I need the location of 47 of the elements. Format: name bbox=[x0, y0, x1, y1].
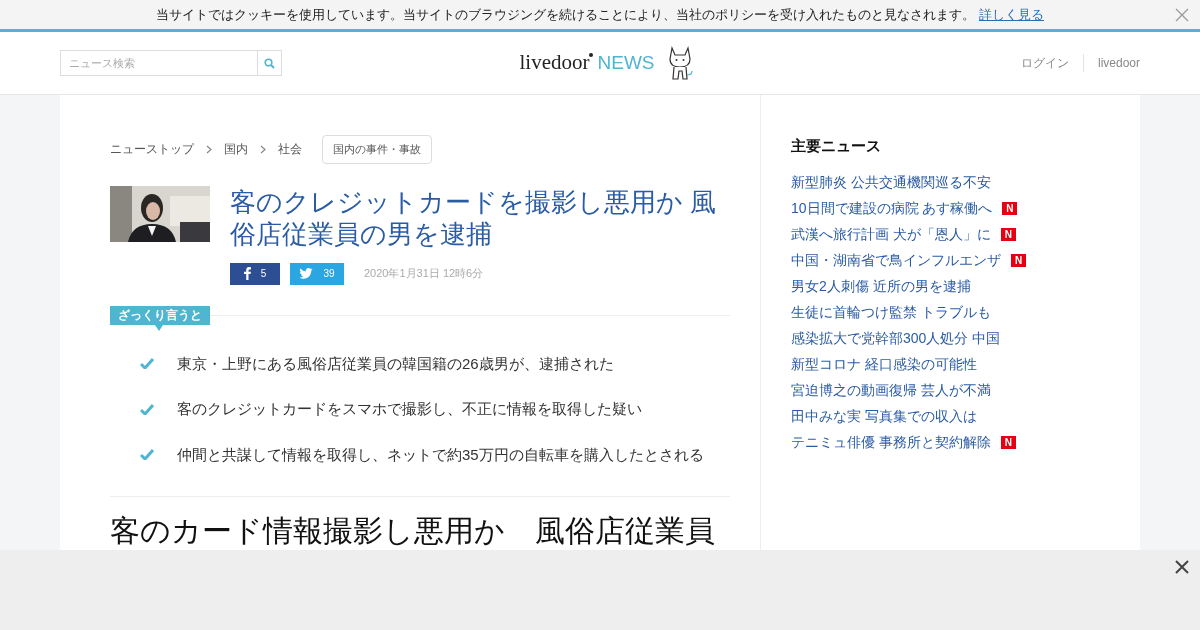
header-link[interactable]: ログイン bbox=[1020, 54, 1069, 72]
news-link[interactable]: 新型肺炎 公共交通機関巡る不安 bbox=[791, 172, 991, 193]
cookie-message: 当サイトではクッキーを使用しています。当サイトのブラウジングを続けることにより、当社のポリシーを受け入れたものと見なされます。 bbox=[156, 5, 975, 24]
new-badge: N bbox=[1002, 202, 1018, 215]
news-link[interactable]: 田中みな実 写真集での収入は bbox=[791, 406, 977, 427]
check-icon bbox=[140, 403, 154, 415]
facebook-icon bbox=[243, 267, 251, 280]
news-link[interactable]: 中国・湖南省で鳥インフルエンザ bbox=[791, 250, 1001, 271]
search-icon bbox=[264, 57, 275, 69]
close-icon[interactable] bbox=[1175, 560, 1189, 574]
news-link[interactable]: 10日間で建設の病院 あす稼働へ bbox=[791, 198, 993, 219]
breadcrumb-link[interactable]: ニューストップ bbox=[110, 140, 194, 159]
summary-point: 仲間と共謀して情報を取得し、ネットで約35万円の自転車を購入したとされる bbox=[177, 444, 704, 465]
new-badge: N bbox=[1000, 228, 1016, 241]
check-icon bbox=[140, 449, 154, 461]
search-field[interactable]: ニュース検索 bbox=[60, 50, 258, 76]
summary-label: ざっくり言うと bbox=[110, 305, 210, 325]
label-pointer-icon bbox=[155, 324, 163, 331]
bird-icon bbox=[299, 268, 314, 279]
facebook-share-button[interactable]: 5 bbox=[230, 262, 280, 285]
summary-point: 東京・上野にある風俗店従業員の韓国籍の26歳男が、逮捕された bbox=[177, 353, 614, 374]
breadcrumb-link[interactable]: 国内 bbox=[224, 140, 248, 159]
news-link[interactable]: 武漢へ旅行計画 犬が「恩人」に bbox=[791, 224, 991, 245]
article-headline: 客のカード情報撮影し悪用か 風俗店従業員 bbox=[110, 513, 716, 549]
news-link[interactable]: 新型コロナ 経口感染の可能性 bbox=[791, 354, 977, 375]
article-title: 客のクレジットカードを撮影し悪用か 風俗店従業員の男を逮捕 bbox=[230, 185, 718, 250]
news-link[interactable]: 感染拡大で党幹部300人処分 中国 bbox=[791, 328, 1001, 349]
news-link[interactable]: テニミュ俳優 事務所と契約解除 bbox=[791, 432, 991, 453]
new-badge: N bbox=[1011, 254, 1026, 267]
news-link[interactable]: 生徒に首輪つけ監禁 トラブルも bbox=[791, 302, 991, 323]
sidebar-title: 主要ニュース bbox=[791, 136, 882, 156]
news-link[interactable]: 男女2人刺傷 近所の男を逮捕 bbox=[791, 276, 971, 297]
news-link[interactable]: 宮迫博之の動画復帰 芸人が不満 bbox=[791, 380, 991, 401]
publish-date: 2020年1月31日 12時6分 bbox=[364, 266, 484, 282]
chevron-icon bbox=[260, 144, 266, 154]
site-logo[interactable]: livedoor NEWS bbox=[519, 47, 655, 79]
breadcrumb-link[interactable]: 社会 bbox=[278, 140, 302, 159]
header-link[interactable]: livedoor bbox=[1082, 54, 1140, 72]
chevron-icon bbox=[206, 144, 212, 154]
summary-point: 客のクレジットカードをスマホで撮影し、不正に情報を取得した疑い bbox=[177, 399, 642, 419]
dog-mascot-icon bbox=[666, 45, 695, 81]
dot-icon bbox=[589, 53, 594, 58]
check-icon bbox=[140, 358, 154, 370]
new-badge: N bbox=[1000, 436, 1016, 449]
learn-more-link[interactable]: 詳しく見る bbox=[979, 4, 1044, 25]
category-tag[interactable]: 国内の事件・事故 bbox=[322, 135, 432, 164]
search-button[interactable] bbox=[258, 50, 282, 76]
